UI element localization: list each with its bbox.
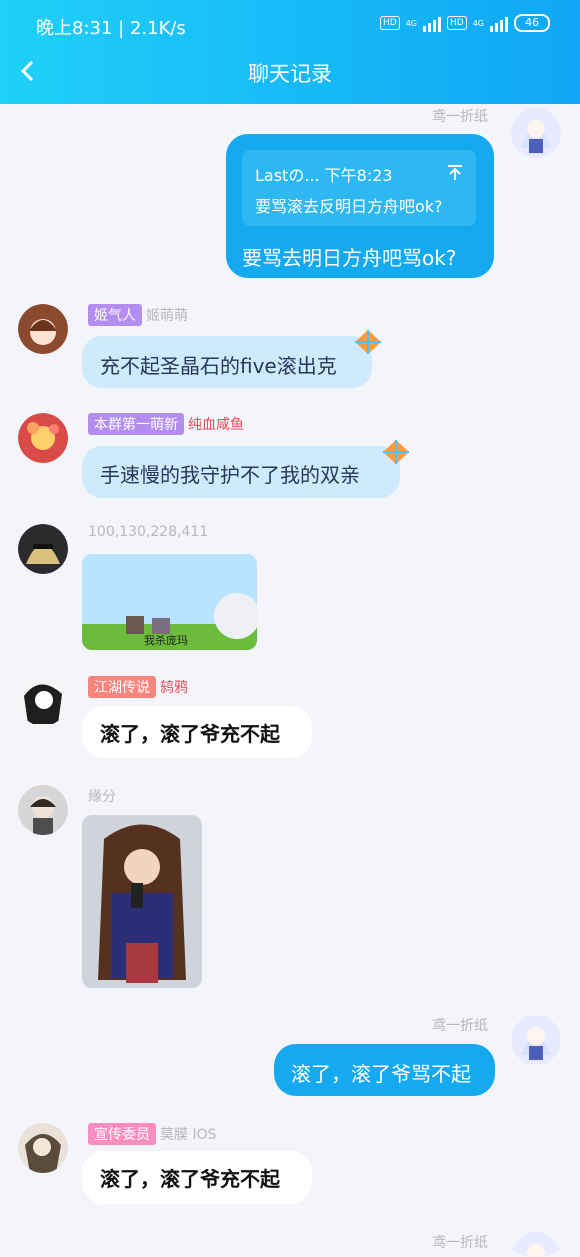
avatar-user-4[interactable]: [18, 524, 68, 574]
avatar-self-7[interactable]: [511, 1015, 561, 1065]
title-badge: 姬气人: [88, 304, 142, 326]
message-text: 手速慢的我守护不了我的双亲: [100, 463, 360, 487]
sender-line-5: 江湖传说 鸫鸦: [88, 676, 188, 698]
kite-icon: [383, 440, 409, 464]
sender-line-3: 本群第一萌新 纯血咸鱼: [88, 413, 244, 435]
sender-name: 姬萌萌: [146, 308, 188, 324]
message-user-3[interactable]: 手速慢的我守护不了我的双亲: [82, 446, 400, 498]
avatar-user-3[interactable]: [18, 413, 68, 463]
network-label-2: 4G: [472, 18, 484, 28]
quoted-message[interactable]: Lastの... 下午8:23 要骂滚去反明日方舟吧ok?: [242, 150, 476, 226]
message-text: 滚了，滚了爷充不起: [100, 1167, 280, 1191]
image-caption: 我杀庞玛: [144, 634, 188, 647]
message-user-8[interactable]: 滚了，滚了爷充不起: [82, 1151, 312, 1204]
sender-name: 纯血咸鱼: [188, 417, 244, 433]
avatar-user-8[interactable]: [18, 1123, 68, 1173]
signal-icon-2: [490, 14, 508, 32]
message-text-self-1: 要骂去明日方舟吧骂ok?: [242, 246, 457, 270]
avatar-user-2[interactable]: [18, 304, 68, 354]
signal-icon-1: [423, 14, 441, 32]
quote-header: Lastの... 下午8:23: [255, 166, 393, 185]
title-badge: 本群第一萌新: [88, 413, 184, 435]
sender-name: 莫膜 IOS: [160, 1127, 217, 1143]
hd-badge-2: HD: [447, 16, 467, 30]
network-label-1: 4G: [405, 18, 417, 28]
avatar-self-1[interactable]: [511, 108, 561, 158]
status-time-speed: 晚上8:31 | 2.1K/s: [36, 18, 186, 39]
quote-text: 要骂滚去反明日方舟吧ok?: [255, 197, 443, 216]
sender-name-self-7: 鸢一折纸: [432, 1018, 488, 1034]
image-message-4[interactable]: 我杀庞玛: [82, 554, 257, 650]
page-title: 聊天记录: [248, 62, 332, 86]
sender-name-6: 缘分: [88, 789, 116, 805]
message-self-7[interactable]: 滚了，滚了爷骂不起: [274, 1044, 495, 1096]
message-text: 滚了，滚了爷充不起: [100, 722, 280, 746]
battery-icon: 46: [514, 14, 550, 32]
message-user-5[interactable]: 滚了，滚了爷充不起: [82, 706, 312, 758]
avatar-user-6[interactable]: [18, 785, 68, 835]
image-message-6[interactable]: [82, 815, 202, 988]
avatar-self-9[interactable]: [511, 1232, 561, 1257]
sender-line-8: 宣传委员 莫膜 IOS: [88, 1123, 217, 1145]
sender-name-self-1: 鸢一折纸: [432, 109, 488, 125]
message-text: 滚了，滚了爷骂不起: [291, 1062, 471, 1086]
network-speed: 2.1K/s: [129, 18, 186, 39]
hd-badge-1: HD: [380, 16, 400, 30]
message-self-quote[interactable]: Lastの... 下午8:23 要骂滚去反明日方舟吧ok? 要骂去明日方舟吧骂o…: [226, 134, 494, 278]
avatar-user-5[interactable]: [18, 676, 68, 726]
message-text: 充不起圣晶石的five滚出克: [100, 354, 337, 378]
sender-name: 鸫鸦: [160, 680, 188, 696]
status-bar: 晚上8:31 | 2.1K/s HD 4G HD 4G 46: [0, 0, 580, 50]
title-badge: 江湖传说: [88, 676, 156, 698]
sender-line-2: 姬气人 姬萌萌: [88, 304, 188, 326]
status-icons: HD 4G HD 4G 46: [380, 14, 550, 32]
kite-icon: [355, 330, 381, 354]
app-header: 晚上8:31 | 2.1K/s HD 4G HD 4G 46 聊天记录: [0, 0, 580, 104]
status-time: 晚上8:31: [36, 18, 113, 39]
sender-name-self-9: 鸢一折纸: [432, 1235, 488, 1251]
message-user-2[interactable]: 充不起圣晶石的five滚出克: [82, 336, 372, 388]
title-badge: 宣传委员: [88, 1123, 156, 1145]
quote-top-icon: [448, 165, 462, 180]
sender-name-4: 100,130,228,411: [88, 524, 209, 540]
